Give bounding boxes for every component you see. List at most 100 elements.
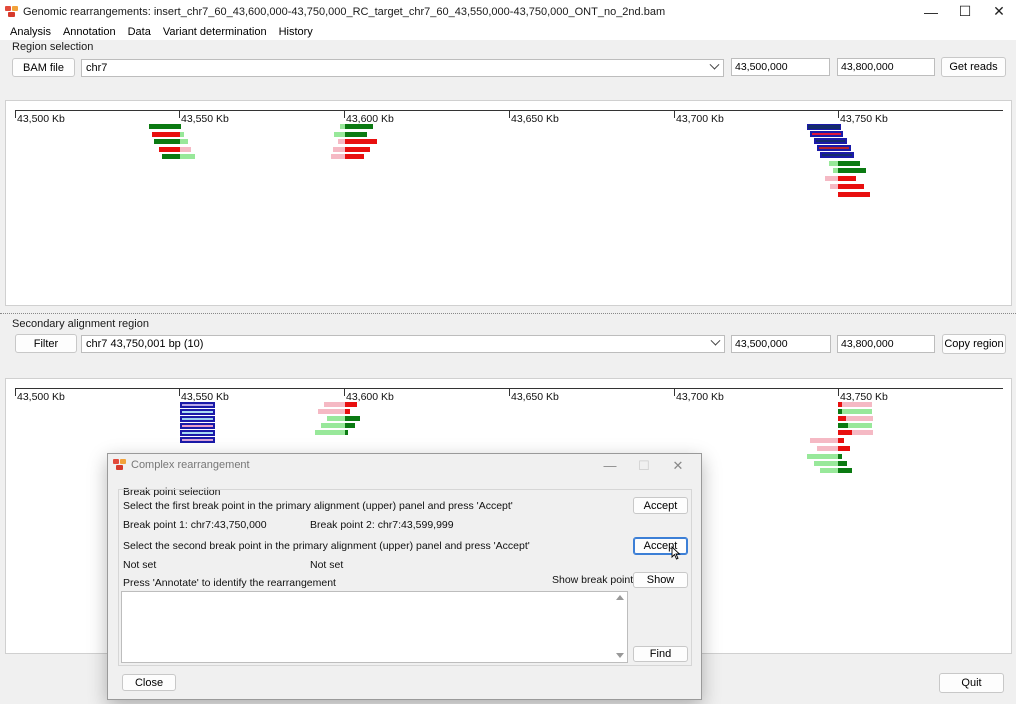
secondary-start-field[interactable]: 43,500,000 bbox=[731, 335, 831, 353]
read-bar bbox=[345, 124, 373, 129]
read-bar bbox=[345, 423, 355, 428]
dialog-close-icon[interactable]: ✕ bbox=[661, 458, 695, 474]
copy-region-button[interactable]: Copy region bbox=[942, 334, 1006, 354]
app-logo-icon bbox=[113, 459, 127, 471]
read-bar bbox=[180, 139, 188, 144]
title-bar: Genomic rearrangements: insert_chr7_60_4… bbox=[0, 0, 1016, 23]
tick-mark bbox=[509, 110, 510, 118]
read-bar bbox=[333, 147, 345, 152]
dialog-title-bar: Complex rearrangement — ☐ ✕ bbox=[108, 454, 701, 476]
primary-tick-label: 43,700 Kb bbox=[676, 113, 724, 125]
breakpoint-1-value: Break point 1: chr7:43,750,000 bbox=[123, 519, 267, 531]
read-bar bbox=[345, 139, 377, 144]
result-scrollbar[interactable] bbox=[613, 592, 627, 662]
menu-history[interactable]: History bbox=[273, 26, 319, 38]
read-bar bbox=[842, 402, 872, 407]
read-bar bbox=[345, 154, 364, 159]
read-bar bbox=[817, 145, 851, 151]
read-bar bbox=[152, 132, 180, 137]
menu-annotation[interactable]: Annotation bbox=[57, 26, 122, 38]
result-textarea[interactable] bbox=[121, 591, 628, 663]
secondary-end-field[interactable]: 43,800,000 bbox=[837, 335, 935, 353]
read-bar bbox=[825, 176, 838, 181]
secondary-region-select[interactable]: chr7 43,750,001 bp (10) bbox=[81, 335, 725, 353]
chromosome-value: chr7 bbox=[86, 62, 108, 74]
second-breakpoint-instruction: Select the second break point in the pri… bbox=[123, 540, 530, 552]
read-bar bbox=[345, 430, 348, 435]
read-bar bbox=[838, 468, 852, 473]
minimize-button[interactable]: — bbox=[914, 0, 948, 23]
read-bar bbox=[331, 154, 345, 159]
chevron-down-icon bbox=[710, 335, 721, 346]
dialog-minimize-icon[interactable]: — bbox=[593, 458, 627, 474]
scroll-up-icon[interactable] bbox=[616, 595, 624, 600]
read-bar bbox=[820, 152, 854, 158]
read-bar bbox=[838, 454, 842, 459]
read-bar bbox=[838, 184, 864, 189]
primary-tick-label: 43,750 Kb bbox=[840, 113, 888, 125]
accept-first-button[interactable]: Accept bbox=[633, 497, 688, 514]
read-bar bbox=[810, 131, 843, 137]
annotate-hint: Press 'Annotate' to identify the rearran… bbox=[123, 577, 336, 589]
read-bar bbox=[829, 161, 838, 166]
read-bar bbox=[807, 454, 838, 459]
read-bar bbox=[315, 430, 345, 435]
primary-alignment-panel[interactable]: 43,500 Kb 43,550 Kb 43,600 Kb 43,650 Kb … bbox=[5, 100, 1012, 306]
primary-tick-label: 43,500 Kb bbox=[17, 113, 65, 125]
scroll-down-icon[interactable] bbox=[616, 653, 624, 658]
app-logo-icon bbox=[5, 5, 19, 18]
primary-tick-label: 43,650 Kb bbox=[511, 113, 559, 125]
read-bar bbox=[852, 430, 873, 435]
region-end-field[interactable]: 43,800,000 bbox=[837, 58, 935, 76]
read-bar bbox=[846, 416, 873, 421]
get-reads-button[interactable]: Get reads bbox=[941, 57, 1006, 77]
maximize-button[interactable]: ☐ bbox=[948, 0, 982, 23]
filter-button[interactable]: Filter bbox=[15, 334, 77, 353]
read-bar bbox=[838, 430, 852, 435]
close-dialog-button[interactable]: Close bbox=[122, 674, 176, 691]
menu-analysis[interactable]: Analysis bbox=[4, 26, 57, 38]
second-bp1-status: Not set bbox=[123, 559, 157, 571]
primary-tick-label: 43,550 Kb bbox=[181, 113, 229, 125]
read-bar bbox=[180, 409, 215, 415]
read-bar bbox=[180, 154, 195, 159]
show-button[interactable]: Show bbox=[633, 572, 688, 588]
dialog-title: Complex rearrangement bbox=[131, 459, 250, 471]
read-bar bbox=[807, 124, 841, 130]
read-bar bbox=[180, 147, 191, 152]
read-bar bbox=[180, 402, 215, 408]
quit-button[interactable]: Quit bbox=[939, 673, 1004, 693]
read-bar bbox=[810, 438, 838, 443]
secondary-region-label: Secondary alignment region bbox=[12, 318, 149, 330]
region-start-field[interactable]: 43,500,000 bbox=[731, 58, 830, 76]
tick-mark bbox=[179, 388, 180, 396]
bam-file-button[interactable]: BAM file bbox=[12, 58, 75, 77]
panel-splitter[interactable] bbox=[0, 313, 1016, 316]
secondary-tick-label: 43,650 Kb bbox=[511, 391, 559, 403]
read-bar bbox=[830, 184, 838, 189]
tick-mark bbox=[15, 110, 16, 118]
read-bar bbox=[180, 416, 215, 422]
read-bar bbox=[345, 402, 357, 407]
read-bar bbox=[334, 132, 345, 137]
close-window-button[interactable]: ✕ bbox=[982, 0, 1016, 23]
read-bar bbox=[838, 438, 844, 443]
read-bar bbox=[338, 139, 345, 144]
secondary-tick-label: 43,500 Kb bbox=[17, 391, 65, 403]
read-bar bbox=[842, 409, 872, 414]
secondary-tick-label: 43,700 Kb bbox=[676, 391, 724, 403]
read-bar bbox=[838, 423, 848, 428]
read-bar bbox=[820, 468, 838, 473]
menu-variant-determination[interactable]: Variant determination bbox=[157, 26, 273, 38]
tick-mark bbox=[15, 388, 16, 396]
read-bar bbox=[162, 154, 180, 159]
read-bar bbox=[345, 147, 370, 152]
chromosome-select[interactable]: chr7 bbox=[81, 59, 724, 77]
complex-rearrangement-dialog: Complex rearrangement — ☐ ✕ Break point … bbox=[107, 453, 702, 700]
dialog-maximize-icon: ☐ bbox=[638, 458, 650, 473]
second-bp2-status: Not set bbox=[310, 559, 344, 571]
read-bar bbox=[838, 176, 856, 181]
region-selection-label: Region selection bbox=[12, 41, 94, 53]
find-button[interactable]: Find bbox=[633, 646, 688, 662]
menu-data[interactable]: Data bbox=[122, 26, 157, 38]
